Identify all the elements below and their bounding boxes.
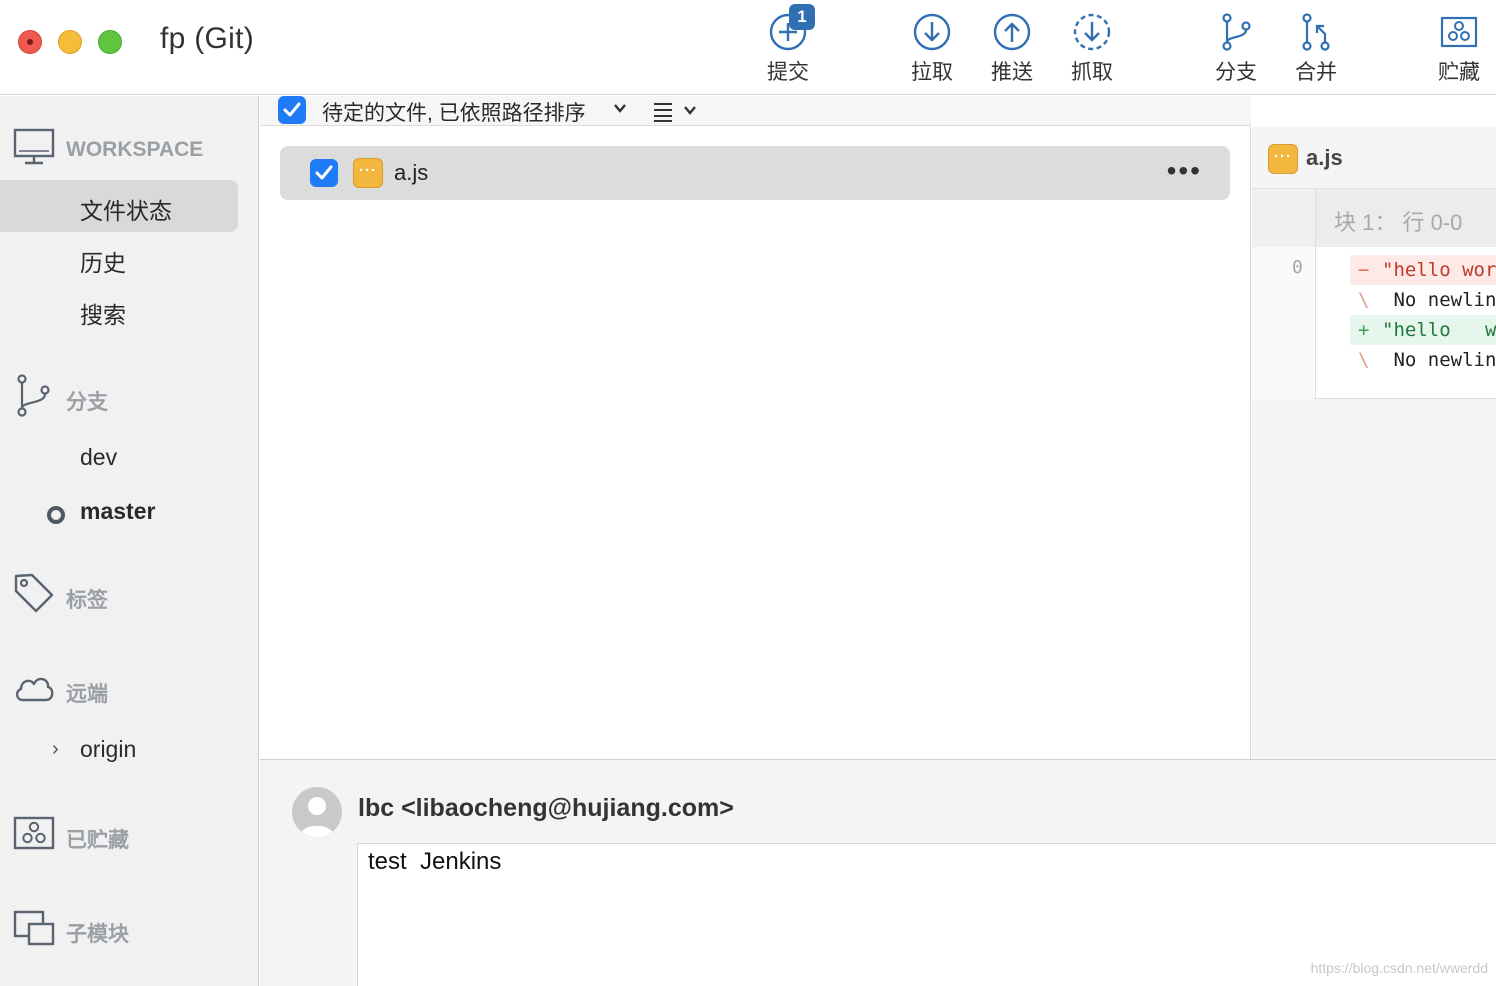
sidebar-item-branch-master[interactable]: master bbox=[0, 486, 238, 538]
remotes-section-label: 远端 bbox=[66, 683, 108, 706]
workspace-section-label: WORKSPACE bbox=[66, 138, 204, 161]
push-button[interactable]: 推送 bbox=[967, 8, 1057, 90]
branch-icon bbox=[1222, 13, 1251, 51]
branch-button[interactable]: 分支 bbox=[1191, 8, 1281, 90]
zoom-window-button[interactable] bbox=[98, 30, 122, 54]
line-number: 0 bbox=[1292, 257, 1303, 278]
branch-name: master bbox=[80, 498, 156, 524]
submodules-section-header[interactable]: 子模块 bbox=[0, 906, 259, 950]
pending-files-list: ··· a.js ••• bbox=[260, 127, 1251, 759]
sidebar-item-file-status[interactable]: 文件状态 bbox=[0, 180, 238, 232]
tag-icon bbox=[14, 573, 54, 613]
stashes-section-label: 已贮藏 bbox=[66, 829, 129, 852]
sidebar-item-remote-origin[interactable]: › origin bbox=[0, 724, 238, 776]
modified-file-icon: ··· bbox=[1268, 144, 1298, 174]
more-options-icon[interactable]: ••• bbox=[1167, 155, 1202, 187]
submodules-section-label: 子模块 bbox=[66, 923, 129, 946]
diff-code: 0 − "hello wor \ No newlin + "hello w \ No… bbox=[1252, 247, 1496, 399]
merge-label: 合并 bbox=[1295, 61, 1337, 84]
stashes-section-header[interactable]: 已贮藏 bbox=[0, 812, 259, 856]
close-window-button[interactable] bbox=[18, 30, 42, 54]
arrow-down-circle-icon bbox=[913, 13, 951, 51]
submodule-icon bbox=[13, 910, 55, 946]
user-silhouette-icon bbox=[300, 797, 334, 837]
pending-files-header: 待定的文件, 已依照路径排序 bbox=[260, 96, 1251, 126]
toolbar: fp (Git) 1 提交 拉取 推送 抓取 分支 合并 贮藏 bbox=[0, 0, 1496, 95]
tags-section-header[interactable]: 标签 bbox=[0, 572, 259, 616]
merge-icon bbox=[1302, 13, 1330, 51]
monitor-icon bbox=[13, 128, 55, 165]
branch-label: 分支 bbox=[1215, 61, 1257, 84]
chevron-right-icon[interactable]: › bbox=[52, 738, 59, 761]
fetch-button[interactable]: 抓取 bbox=[1047, 8, 1137, 90]
workspace-section-header[interactable]: WORKSPACE bbox=[0, 126, 259, 170]
remote-name: origin bbox=[80, 736, 137, 762]
branch-icon bbox=[17, 374, 50, 417]
remotes-section-header[interactable]: 远端 bbox=[0, 666, 259, 710]
diff-line-no-newline: \ No newlin bbox=[1358, 289, 1496, 311]
modified-file-icon: ··· bbox=[353, 158, 383, 188]
tags-section-label: 标签 bbox=[66, 589, 108, 612]
commit-panel: lbc <libaocheng@hujiang.com> test Jenkin… bbox=[260, 759, 1496, 986]
sidebar: WORKSPACE 文件状态 历史 搜索 分支 dev master 标签 远端… bbox=[0, 96, 259, 986]
push-label: 推送 bbox=[991, 61, 1033, 84]
chevron-down-icon[interactable] bbox=[612, 100, 628, 116]
diff-view: ··· a.js 块 1： 行 0-0 0 − "hello wor \ No n… bbox=[1252, 127, 1496, 759]
checkmark-icon bbox=[283, 102, 301, 117]
diff-line-removed: − "hello wor bbox=[1350, 255, 1496, 285]
list-view-icon[interactable] bbox=[652, 100, 674, 122]
hunk-label: 块 1： 行 0-0 bbox=[1334, 210, 1463, 235]
diff-line-no-newline: \ No newlin bbox=[1358, 349, 1496, 371]
arrow-up-circle-icon bbox=[993, 13, 1031, 51]
stash-box-icon bbox=[1440, 16, 1478, 48]
sidebar-item-label: 历史 bbox=[80, 250, 126, 276]
hunk-header: 块 1： 行 0-0 bbox=[1252, 189, 1496, 247]
minimize-window-button[interactable] bbox=[58, 30, 82, 54]
window-title: fp (Git) bbox=[160, 22, 255, 55]
commit-button[interactable]: 1 提交 bbox=[743, 4, 833, 90]
file-checkbox[interactable] bbox=[310, 159, 338, 187]
current-branch-indicator bbox=[47, 506, 65, 524]
file-name: a.js bbox=[394, 160, 429, 185]
branches-section-header[interactable]: 分支 bbox=[0, 374, 259, 418]
pending-files-sort-label[interactable]: 待定的文件, 已依照路径排序 bbox=[322, 97, 586, 127]
commit-author: lbc <libaocheng@hujiang.com> bbox=[358, 794, 734, 822]
stash-box-icon bbox=[13, 816, 55, 850]
sidebar-item-branch-dev[interactable]: dev bbox=[0, 432, 238, 484]
diff-line-added: + "hello w bbox=[1350, 315, 1496, 345]
branch-name: dev bbox=[80, 444, 118, 470]
fetch-dashed-circle-icon bbox=[1073, 13, 1111, 51]
cloud-icon bbox=[15, 677, 54, 702]
commit-count-badge: 1 bbox=[789, 4, 815, 30]
sidebar-item-history[interactable]: 历史 bbox=[0, 232, 238, 284]
file-row[interactable]: ··· a.js ••• bbox=[280, 146, 1230, 200]
sidebar-item-label: 搜索 bbox=[80, 302, 126, 328]
pull-button[interactable]: 拉取 bbox=[887, 8, 977, 90]
select-all-checkbox[interactable] bbox=[278, 96, 306, 124]
branches-section-label: 分支 bbox=[66, 391, 108, 414]
line-number-gutter: 0 bbox=[1252, 247, 1316, 399]
stash-label: 贮藏 bbox=[1438, 61, 1480, 84]
sidebar-item-label: 文件状态 bbox=[80, 198, 172, 224]
watermark-text: https://blog.csdn.net/wwerdd bbox=[1310, 960, 1488, 976]
diff-file-header: ··· a.js bbox=[1252, 127, 1496, 189]
checkmark-icon bbox=[315, 165, 333, 180]
stash-button[interactable]: 贮藏 bbox=[1414, 8, 1496, 90]
sidebar-item-search[interactable]: 搜索 bbox=[0, 284, 238, 336]
merge-button[interactable]: 合并 bbox=[1271, 8, 1361, 90]
pull-label: 拉取 bbox=[911, 61, 953, 84]
chevron-down-icon[interactable] bbox=[682, 102, 698, 118]
commit-label: 提交 bbox=[767, 61, 809, 84]
fetch-label: 抓取 bbox=[1071, 61, 1113, 84]
diff-file-name: a.js bbox=[1306, 145, 1343, 170]
avatar bbox=[292, 787, 342, 837]
